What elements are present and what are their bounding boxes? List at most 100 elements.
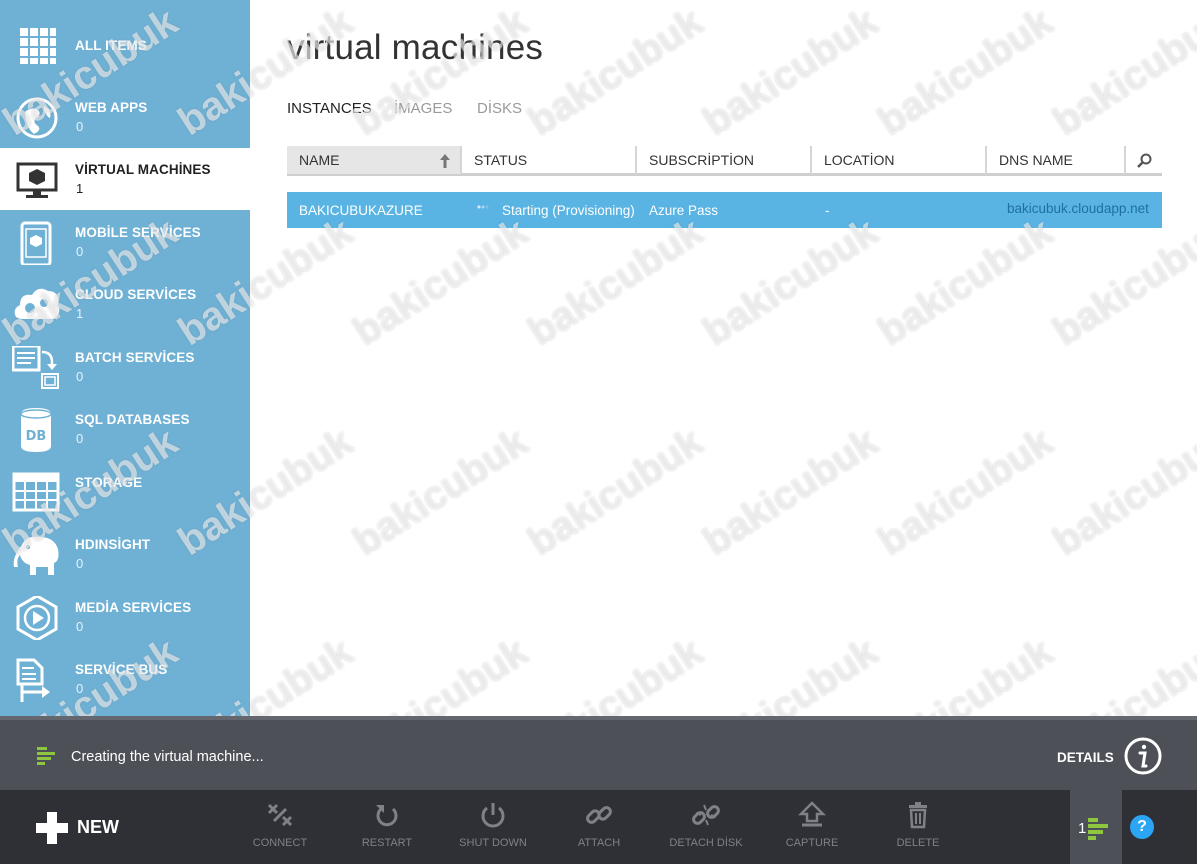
sidebar-item-label: MEDİA SERVİCES [75, 600, 192, 615]
search-icon [1137, 153, 1152, 168]
sidebar-item-sql-databases[interactable]: DB SQL DATABASES 0 [0, 398, 250, 460]
sidebar-item-count: 0 [76, 431, 84, 446]
column-header-label: NAME [299, 152, 340, 168]
page-title: virtual machines [287, 28, 544, 67]
column-header-label: STATUS [474, 152, 528, 168]
sidebar-item-batch-services[interactable]: BATCH SERVİCES 0 [0, 336, 250, 398]
cell-status: Starting (Provisioning) [502, 203, 635, 218]
sidebar-item-hdinsight[interactable]: HDINSİGHT 0 [0, 523, 250, 585]
svg-text:DB: DB [26, 429, 47, 444]
sidebar-item-label: SQL DATABASES [75, 412, 190, 427]
monitor-icon [16, 162, 58, 198]
sidebar-item-mobile-services[interactable]: MOBİLE SERVİCES 0 [0, 211, 250, 273]
table-search-button[interactable] [1126, 146, 1162, 174]
sidebar-item-label: VİRTUAL MACHİNES [75, 162, 211, 177]
restart-button[interactable]: RESTART [339, 790, 435, 864]
media-play-icon [16, 596, 58, 640]
watermark-text: bakicubuk [870, 419, 1061, 565]
sidebar-item-label: STORAGE [75, 475, 143, 490]
watermark-text: bakicubuk [520, 419, 711, 565]
sidebar-item-label: CLOUD SERVİCES [75, 287, 197, 302]
shut-down-button[interactable]: SHUT DOWN [445, 790, 541, 864]
sidebar: ALL ITEMS WEB APPS 0 VİRTUAL MACHİNES 1 … [0, 0, 250, 716]
sidebar-item-label: BATCH SERVİCES [75, 350, 195, 365]
capture-button[interactable]: CAPTURE [764, 790, 860, 864]
sidebar-item-count: 1 [76, 181, 84, 196]
watermark-text: bakicubuk [520, 0, 711, 145]
sidebar-item-count: 1 [76, 306, 84, 321]
cell-location: - [825, 203, 830, 218]
sidebar-item-count: 0 [76, 619, 84, 634]
watermark-text: bakicubuk [345, 0, 536, 145]
operations-button[interactable]: 1 [1070, 790, 1122, 864]
watermark-text: bakicubuk [870, 0, 1061, 145]
progress-icon [1088, 818, 1108, 840]
sidebar-item-label: HDINSİGHT [75, 537, 151, 552]
database-icon: DB [20, 408, 52, 452]
sidebar-item-cloud-services[interactable]: CLOUD SERVİCES 1 [0, 273, 250, 335]
restart-icon [376, 805, 398, 827]
sidebar-item-label: MOBİLE SERVİCES [75, 225, 201, 240]
cell-name: BAKICUBUKAZURE [299, 203, 423, 218]
link-icon [586, 806, 612, 824]
column-header-label: SUBSCRİPTİON [649, 152, 755, 168]
column-header-dns-name[interactable]: DNS NAME [987, 146, 1126, 174]
cloud-gear-icon [14, 288, 60, 319]
sort-ascending-icon [440, 154, 450, 168]
sidebar-item-count: 0 [76, 681, 84, 696]
detach-disk-button[interactable]: DETACH DİSK [658, 790, 754, 864]
watermark-text: bakicubuk [1045, 209, 1197, 355]
new-button[interactable]: NEW [36, 812, 136, 844]
progress-icon [37, 747, 55, 765]
elephant-icon [13, 536, 59, 575]
column-header-status[interactable]: STATUS [462, 146, 637, 174]
command-label: DETACH DİSK [669, 837, 743, 849]
help-button[interactable]: ? [1130, 815, 1154, 839]
dns-link[interactable]: bakicubuk.cloudapp.net [1007, 192, 1149, 228]
tab-images[interactable]: İMAGES [394, 100, 452, 117]
command-label: DELETE [896, 837, 940, 849]
sidebar-item-web-apps[interactable]: WEB APPS 0 [0, 86, 250, 148]
tab-disks[interactable]: DİSKS [477, 100, 522, 117]
table-row[interactable]: BAKICUBUKAZURE Starting (Provisioning) A… [287, 192, 1162, 228]
service-bus-icon [16, 658, 50, 702]
command-label: CAPTURE [785, 837, 839, 849]
sidebar-item-count: 0 [76, 556, 84, 571]
watermark-text: bakicubuk [695, 419, 886, 565]
sidebar-item-all-items[interactable]: ALL ITEMS [0, 14, 250, 76]
column-header-subscription[interactable]: SUBSCRİPTİON [637, 146, 812, 174]
sidebar-item-virtual-machines[interactable]: VİRTUAL MACHİNES 1 [0, 148, 250, 210]
sidebar-item-label: WEB APPS [75, 100, 148, 115]
details-button[interactable]: DETAILS [1057, 750, 1114, 765]
attach-button[interactable]: ATTACH [551, 790, 647, 864]
command-bar: NEW CONNECT RESTART SHUT DOWN ATTACH DET… [0, 790, 1197, 864]
phone-icon [20, 221, 52, 265]
notification-bar: Creating the virtual machine... DETAILS [0, 716, 1197, 790]
column-header-location[interactable]: LOCATİON [812, 146, 987, 174]
column-header-name[interactable]: NAME [287, 146, 462, 174]
sidebar-item-media-services[interactable]: MEDİA SERVİCES 0 [0, 586, 250, 648]
watermark-text: bakicubuk [870, 209, 1061, 355]
watermark-text: bakicubuk [1045, 419, 1197, 565]
trash-icon [909, 802, 927, 829]
sidebar-item-count: 0 [76, 244, 84, 259]
watermark-text: bakicubuk [695, 209, 886, 355]
watermark-text: bakicubuk [695, 0, 886, 145]
connect-button[interactable]: CONNECT [232, 790, 328, 864]
sidebar-item-count: 0 [76, 369, 84, 384]
delete-button[interactable]: DELETE [870, 790, 966, 864]
tab-instances[interactable]: INSTANCES [287, 100, 372, 117]
table-icon [12, 472, 60, 512]
command-label: ATTACH [577, 837, 621, 849]
info-icon[interactable] [1123, 736, 1163, 776]
sidebar-item-storage[interactable]: STORAGE [0, 461, 250, 523]
unlink-icon [692, 804, 720, 826]
capture-icon [798, 801, 826, 827]
column-header-label: LOCATİON [824, 152, 895, 168]
sidebar-item-service-bus[interactable]: SERVİCE BUS 0 [0, 648, 250, 710]
power-icon [481, 803, 505, 828]
watermark-text: bakicubuk [520, 209, 711, 355]
connect-icon [267, 803, 293, 827]
cell-subscription: Azure Pass [649, 203, 719, 218]
table-header: NAME STATUS SUBSCRİPTİON LOCATİON DNS NA… [287, 146, 1162, 176]
